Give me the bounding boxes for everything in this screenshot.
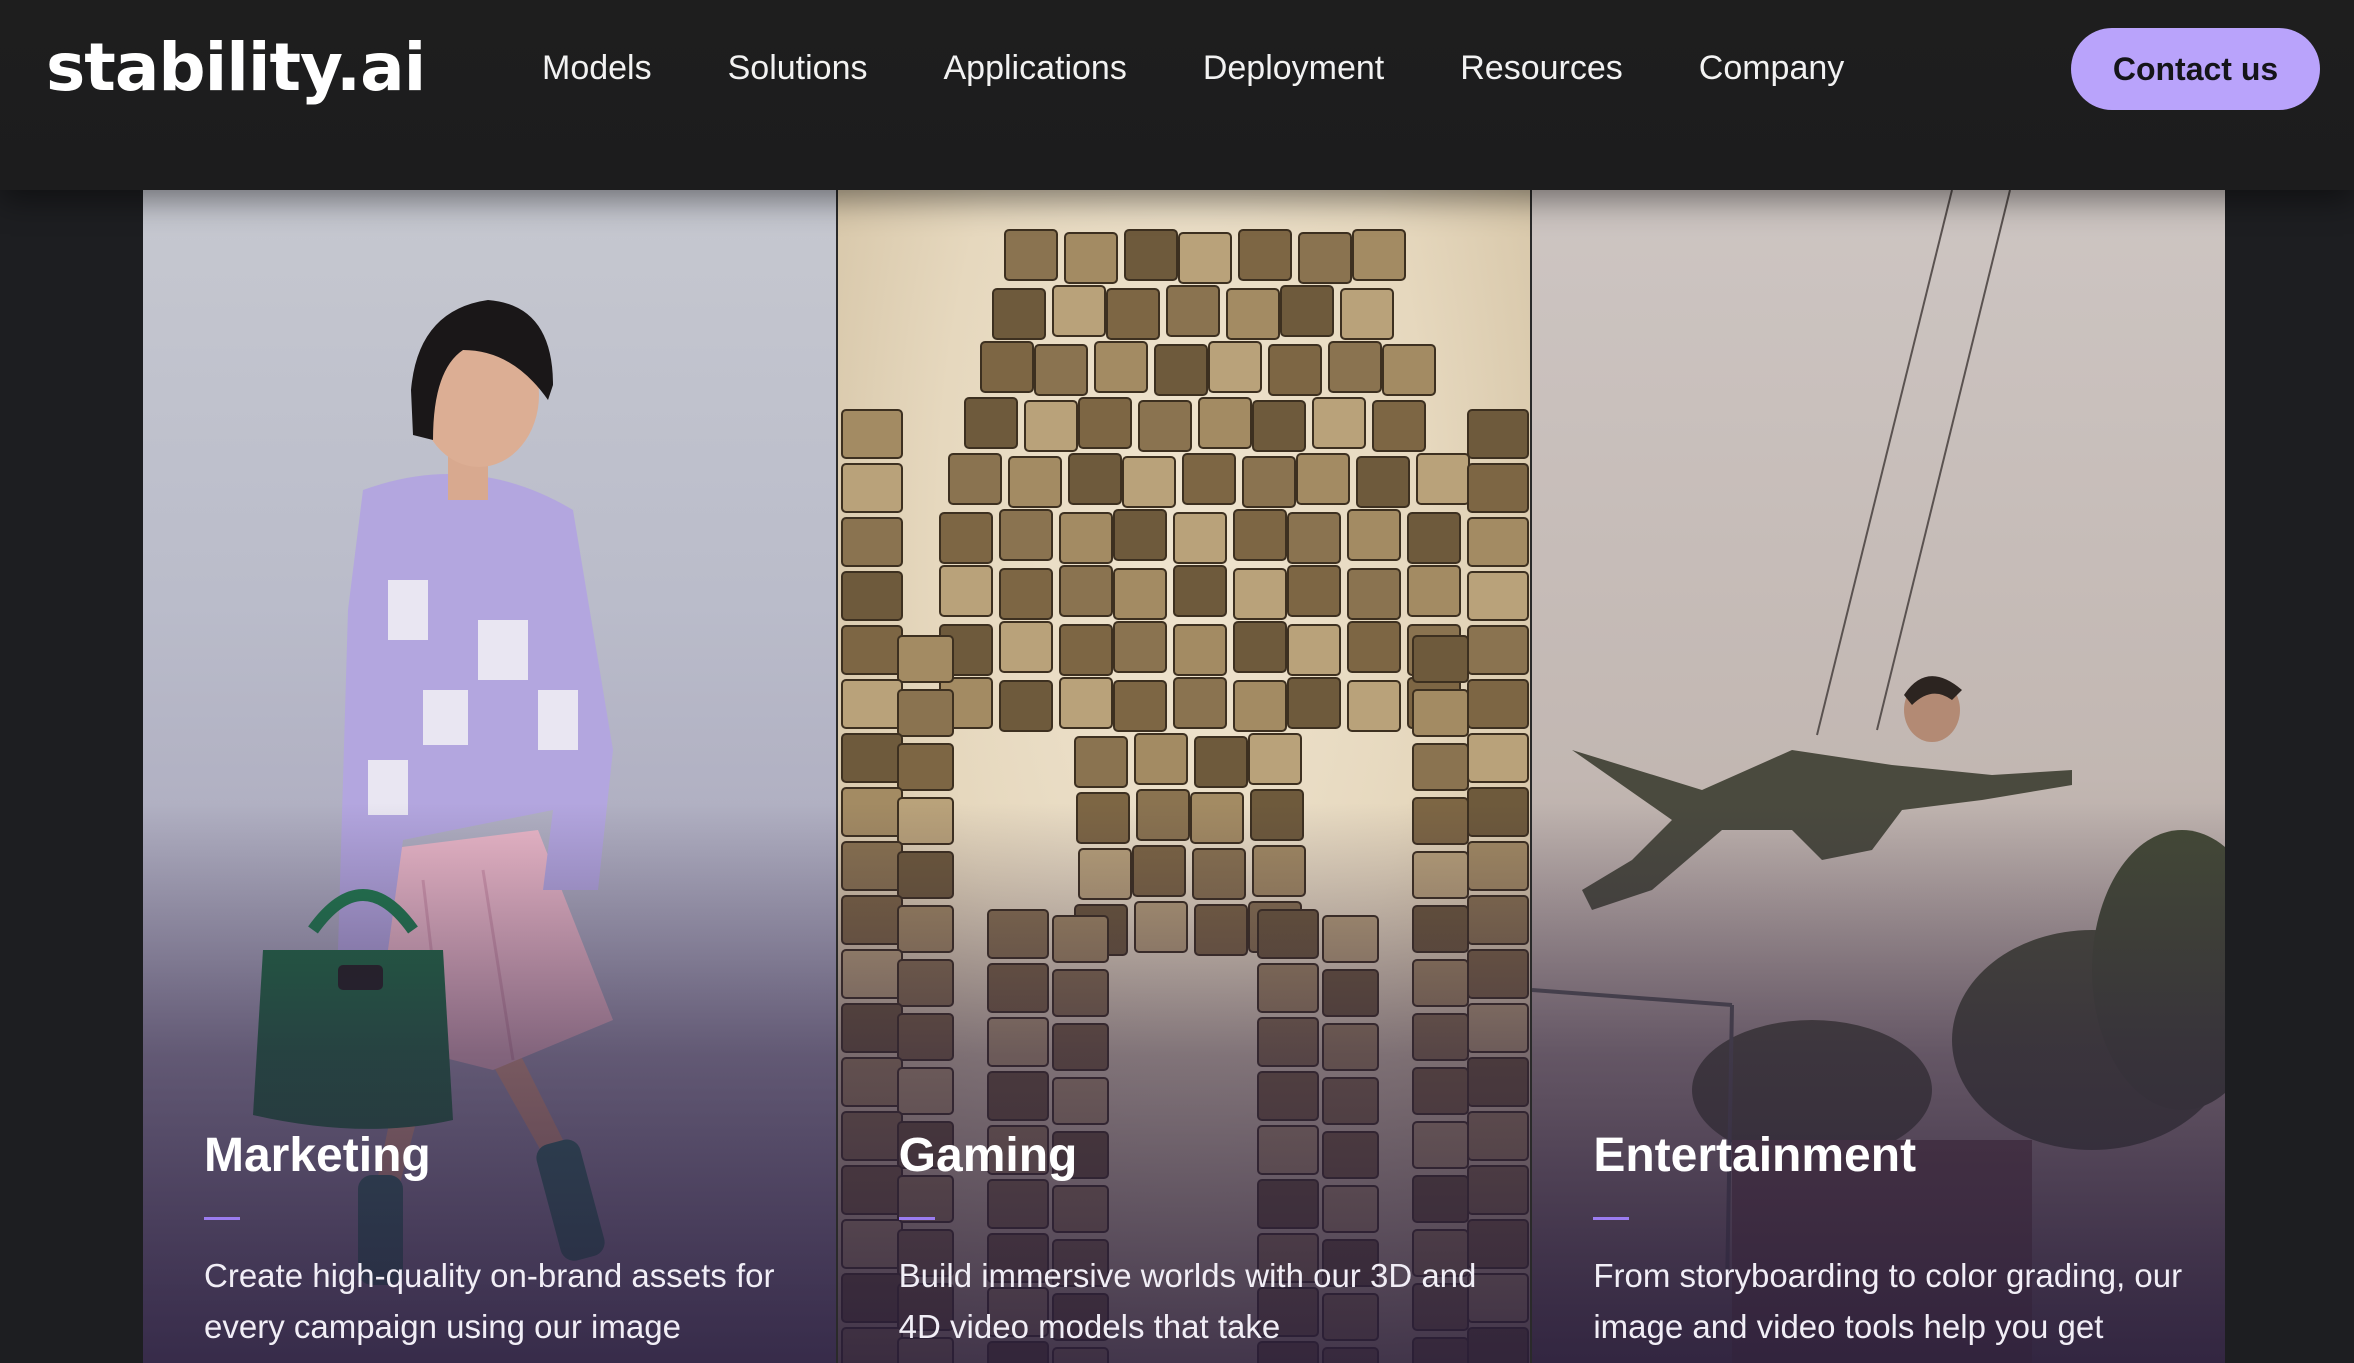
card-description: Create high-quality on-brand assets for … [204,1257,775,1345]
card-title: Entertainment [1593,1129,1917,1182]
nav-item-solutions[interactable]: Solutions [728,44,868,92]
nav-item-models[interactable]: Models [542,44,652,92]
site-header: stability.ai Models Solutions Applicatio… [0,0,2354,190]
card-divider [1593,1217,1630,1220]
main-nav: Models Solutions Applications Deployment… [542,44,1844,92]
card-entertainment[interactable]: Entertainment From storyboarding to colo… [1530,190,2225,1363]
card-divider [204,1217,240,1220]
card-title: Gaming [898,1129,1078,1182]
card-divider [898,1217,935,1220]
logo[interactable]: stability.ai [46,28,426,108]
nav-item-applications[interactable]: Applications [943,44,1126,92]
nav-item-resources[interactable]: Resources [1460,44,1623,92]
card-title: Marketing [204,1129,431,1182]
nav-item-company[interactable]: Company [1699,44,1845,92]
card-description: Build immersive worlds with our 3D and 4… [898,1257,1477,1345]
nav-item-deployment[interactable]: Deployment [1203,44,1384,92]
card-description: From storyboarding to color grading, our… [1593,1257,2183,1345]
card-gaming[interactable]: Gaming Build immersive worlds with our 3… [835,190,1531,1363]
use-case-cards: Marketing Create high-quality on-brand a… [143,190,2225,1363]
contact-us-button[interactable]: Contact us [2071,28,2320,110]
card-marketing[interactable]: Marketing Create high-quality on-brand a… [143,190,836,1363]
